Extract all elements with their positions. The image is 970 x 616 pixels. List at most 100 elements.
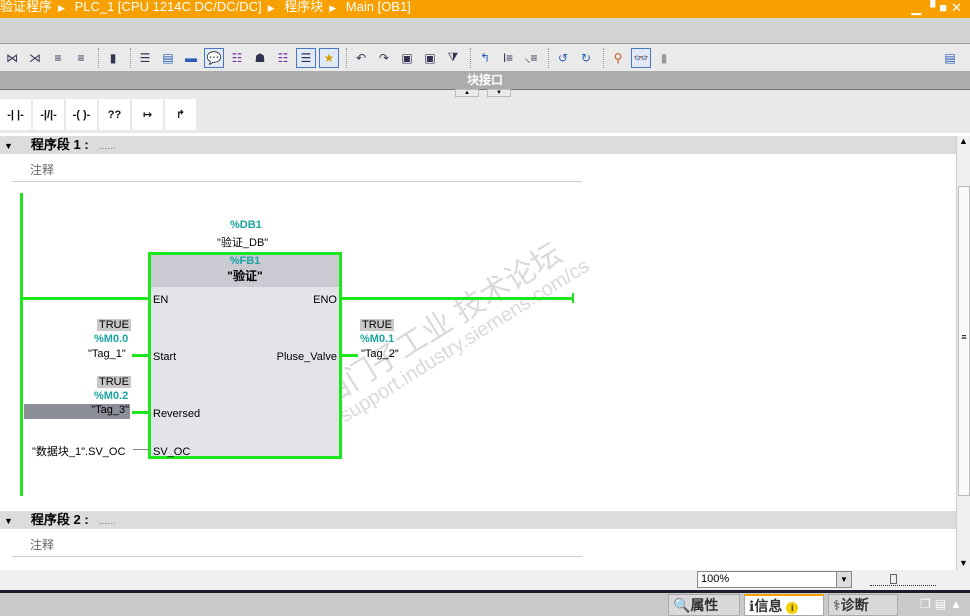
sv-oc-wire [133,449,148,450]
collapse-icon[interactable]: ▼ [4,516,13,526]
start-tag[interactable]: "Tag_1" [88,348,126,360]
insert-row-icon[interactable]: ≡ [48,48,68,68]
diagnostics-icon: ⚕ [833,597,841,613]
close-button[interactable]: ✕ [951,0,966,15]
start-value: TRUE [97,319,131,331]
breadcrumb-plc[interactable]: PLC_1 [CPU 1214C DC/DC/DC] [75,0,262,14]
fb-box[interactable]: %FB1 "验证" EN ENO Start Pluse_Valve Rever… [148,252,342,459]
open-branch-button[interactable]: ↦ [132,99,163,130]
show-list-icon[interactable]: ☰ [296,47,316,68]
close-block-icon[interactable]: ▣ [420,48,440,68]
tag-info2-icon[interactable]: ☗ [250,48,270,68]
zoom-slider[interactable] [870,574,936,586]
lad-favorites-bar: -| |- -|/|- -( )- ?? ↦ ↱ [0,97,970,133]
minimize-button[interactable]: ▁ [911,0,925,15]
collapse-up-icon[interactable]: ▲ [455,89,479,97]
eno-wire [341,297,574,300]
goto-prev-error-icon[interactable]: ↶ [351,48,371,68]
tab-properties[interactable]: 🔍属性 [668,594,740,616]
zoom-select[interactable]: 100% ▼ [697,571,852,588]
vertical-scrollbar[interactable]: ▲ ≡ ▼ [956,136,970,570]
float-icon[interactable]: ❐ [920,597,935,611]
maximize-button[interactable]: ■ [939,0,951,15]
breadcrumb-blocks[interactable]: 程序块 [284,0,323,14]
next-bookmark-icon[interactable]: ↻ [576,48,596,68]
editor-band [0,18,970,44]
open-block-icon[interactable]: ▣ [397,48,417,68]
restore-button[interactable]: ▝ [925,0,939,15]
tab-diagnostics[interactable]: ⚕诊断 [828,594,898,616]
chevron-down-icon[interactable]: ▼ [836,572,851,587]
breadcrumb-main[interactable]: Main [OB1] [346,0,411,14]
glasses-monitor-icon[interactable]: 👓 [631,47,651,68]
nc-contact-button[interactable]: -|/|- [33,99,64,130]
pluse-valve-value: TRUE [360,319,394,331]
unassign-icon[interactable]: ⸜≡ [521,48,541,68]
call-hierarchy-icon[interactable]: ↰ [475,48,495,68]
tab-info[interactable]: ℹ信息 i [744,594,824,616]
breadcrumb-project[interactable]: 验证程序 [0,0,52,14]
db-icon[interactable]: ▮ [103,48,123,68]
network-title-dots[interactable]: ...... [99,516,116,527]
db-lock-icon[interactable]: ▮ [654,48,674,68]
scroll-up-icon[interactable]: ▲ [957,136,970,146]
pin-start: Start [153,351,177,363]
network-title: 程序段 1 : [30,137,89,152]
properties-icon: 🔍 [673,597,691,613]
sv-oc-tag[interactable]: "数据块_1".SV_OC [32,443,125,459]
pin-en: EN [153,294,169,306]
reversed-value: TRUE [97,376,131,388]
interface-splitter[interactable]: ▲ ▼ [0,89,970,97]
delete-network-icon[interactable]: ⋊ [25,48,45,68]
add-row-icon[interactable]: ≡ [71,48,91,68]
prev-bookmark-icon[interactable]: ↺ [553,48,573,68]
tag-info-icon[interactable]: ☷ [227,48,247,68]
comment-icon[interactable]: 💬 [204,47,224,68]
abs-view-icon[interactable]: ▤ [158,48,178,68]
expand-down-icon[interactable]: ▼ [487,89,511,97]
scroll-thumb[interactable]: ≡ [958,186,970,496]
collapse-icon[interactable]: ▼ [4,141,13,151]
empty-box-button[interactable]: ?? [99,99,130,130]
fbd-view-icon[interactable]: ▬ [181,48,201,68]
block-interface-bar[interactable]: 块接口 [0,71,970,89]
scroll-down-icon[interactable]: ▼ [957,558,970,568]
favorites-icon[interactable]: ★ [319,47,339,68]
start-address: %M0.0 [94,333,129,345]
reversed-tag[interactable]: "Tag_3" [24,404,130,419]
panel-controls: ❐▤▲ [920,597,966,611]
zoom-slider-thumb[interactable] [890,574,897,584]
compare-icon[interactable]: ⧩ [443,48,463,68]
network-view-icon[interactable]: ☰ [135,48,155,68]
monitor-icon[interactable]: ⚲ [608,48,628,68]
layout-icon[interactable]: ▤ [940,48,960,68]
pin-reversed: Reversed [153,408,201,420]
reversed-wire [132,411,148,414]
en-wire [21,297,148,300]
layout-icon[interactable]: ▤ [935,597,950,611]
reversed-address: %M0.2 [94,390,129,402]
pluse-valve-tag[interactable]: "Tag_2" [361,348,399,360]
network-2-header[interactable]: ▼ 程序段 2 :...... [0,511,956,529]
breadcrumb: 验证程序 ▶ PLC_1 [CPU 1214C DC/DC/DC] ▶ 程序块 ▶ M… [0,0,970,18]
pluse-valve-address: %M0.1 [360,333,395,345]
assign-icon[interactable]: ǀ≡ [498,48,518,68]
goto-next-error-icon[interactable]: ↷ [374,48,394,68]
db-name[interactable]: "验证_DB" [217,234,268,250]
fb-name: "验证" [227,269,263,283]
expand-up-icon[interactable]: ▲ [950,597,966,611]
no-contact-button[interactable]: -| |- [0,99,31,130]
tag-info3-icon[interactable]: ☷ [273,48,293,68]
network-2-comment[interactable]: 注释 [12,533,582,557]
coil-button[interactable]: -( )- [66,99,97,130]
editor-toolbar: ⋈ ⋊ ≡ ≡ ▮ ☰ ▤ ▬ 💬 ☷ ☗ ☷ ☰ ★ ↶ ↷ ▣ ▣ ⧩ ↰ … [0,44,970,71]
close-branch-button[interactable]: ↱ [165,99,196,130]
window-controls: ▁▝■✕ [911,0,966,16]
network-title-dots[interactable]: ...... [99,141,116,152]
inspector-bar [0,590,970,616]
network-1-header[interactable]: ▼ 程序段 1 :...... [0,136,956,154]
insert-network-icon[interactable]: ⋈ [2,48,22,68]
power-rail [20,193,23,496]
pluse-valve-wire [342,354,358,357]
network-1-comment[interactable]: 注释 [12,158,582,182]
